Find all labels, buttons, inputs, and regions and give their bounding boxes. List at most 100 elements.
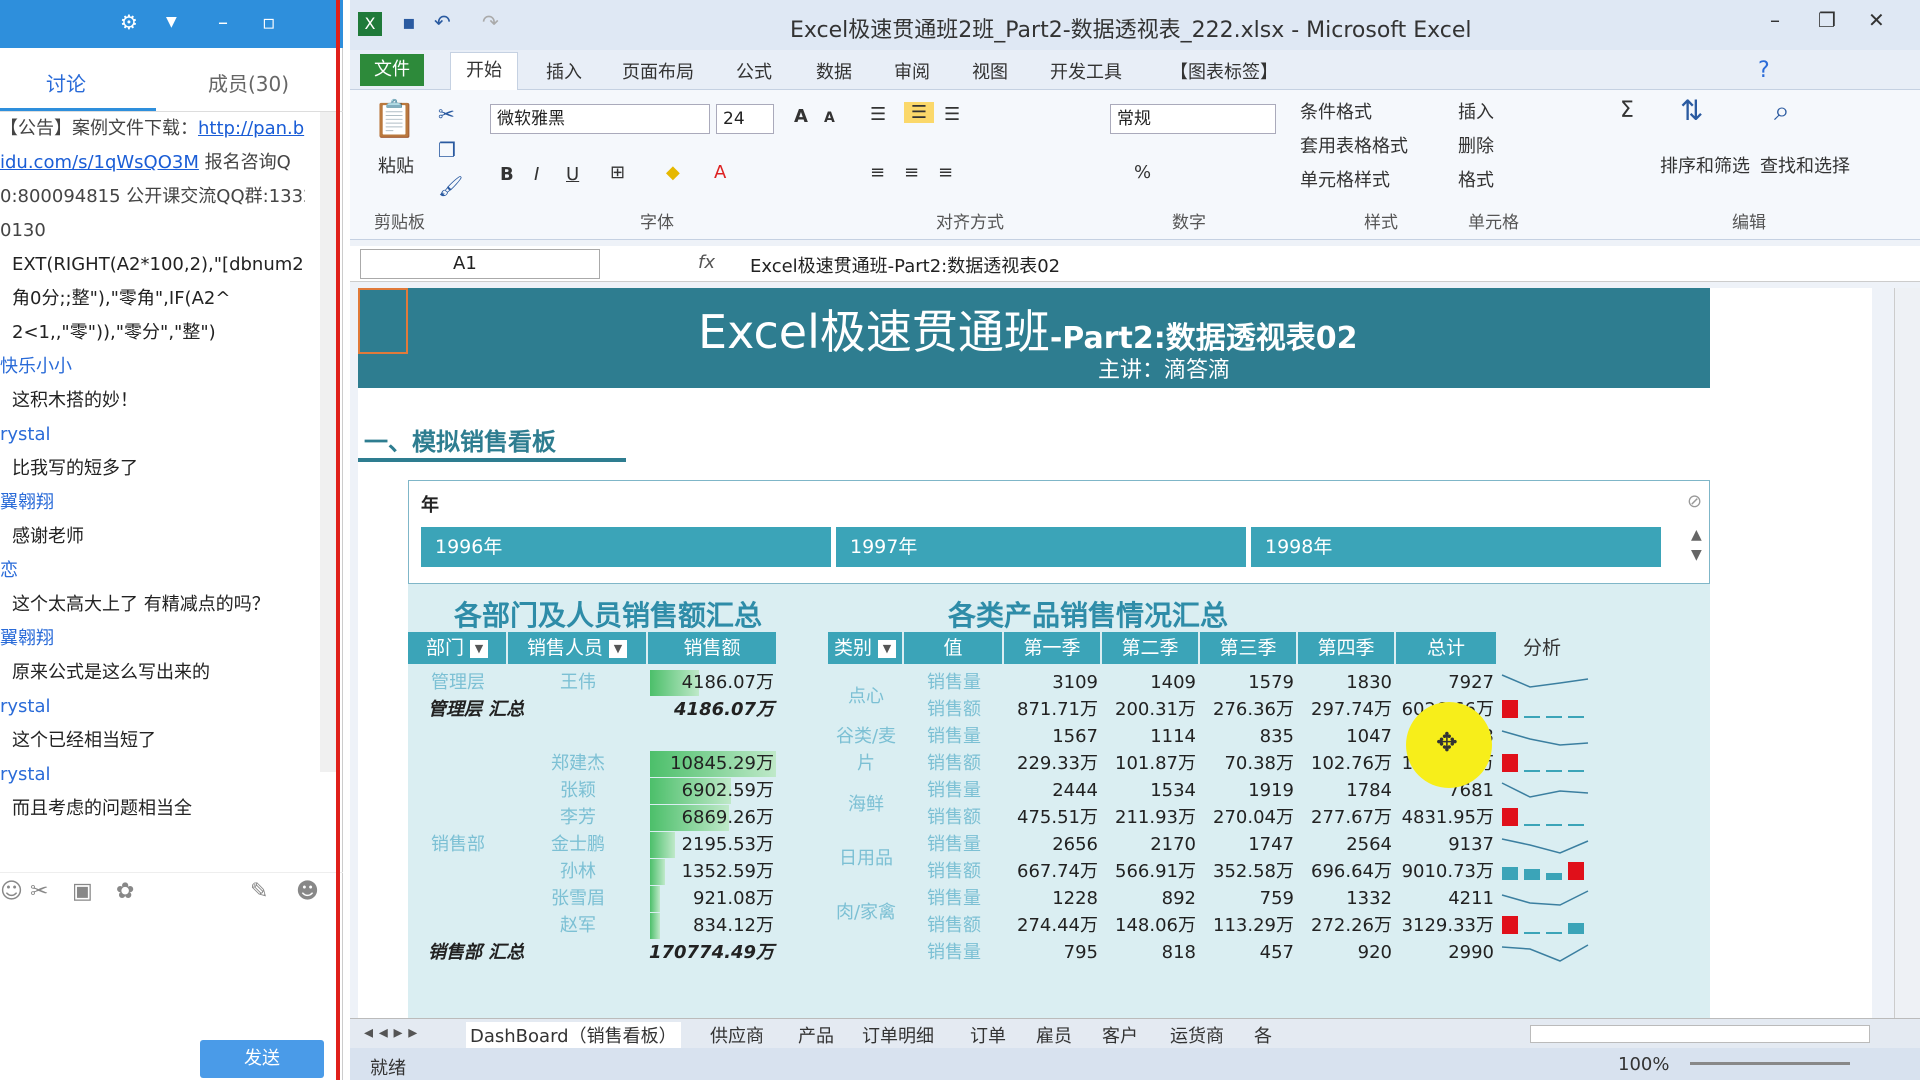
cut-icon[interactable]: ✂ xyxy=(438,102,455,126)
restore-icon[interactable]: ❐ xyxy=(1818,8,1836,32)
paste-icon[interactable]: 📋 xyxy=(372,98,417,140)
edit-icon[interactable]: ✎ xyxy=(250,879,268,904)
align-middle-icon[interactable]: ☰ xyxy=(904,102,934,123)
conditional-format-button[interactable]: 条件格式 xyxy=(1300,98,1372,124)
align-center-icon[interactable]: ≡ xyxy=(904,162,919,183)
selected-cell[interactable] xyxy=(358,288,408,354)
italic-icon[interactable]: I xyxy=(534,164,539,185)
chevron-down-icon[interactable]: ▼ xyxy=(166,14,177,30)
column-header[interactable]: 销售人员 ▼ xyxy=(508,632,646,664)
tab-nav-arrows[interactable]: ◂ ◂ ▸ ▸ xyxy=(364,1022,417,1043)
table-format-button[interactable]: 套用表格格式 xyxy=(1300,132,1408,158)
align-left-icon[interactable]: ≡ xyxy=(870,162,885,183)
copy-icon[interactable]: ❐ xyxy=(438,138,456,162)
cell-style-button[interactable]: 单元格样式 xyxy=(1300,166,1390,192)
autosum-icon[interactable]: Σ xyxy=(1620,98,1634,123)
sheet-tab[interactable]: 订单明细 xyxy=(862,1022,934,1048)
vertical-scrollbar[interactable] xyxy=(1894,288,1920,1018)
sheet-tab[interactable]: 产品 xyxy=(798,1022,834,1048)
paste-button[interactable]: 粘贴 xyxy=(378,152,414,178)
fx-icon[interactable]: fx xyxy=(698,252,715,273)
border-icon[interactable]: ⊞ xyxy=(610,162,625,183)
filter-dropdown-icon[interactable]: ▼ xyxy=(609,639,627,658)
announcement-link[interactable]: idu.com/s/1qWsQO3M xyxy=(0,152,199,173)
save-icon[interactable]: ▪ xyxy=(402,10,416,34)
format-cells-button[interactable]: 格式 xyxy=(1458,166,1494,192)
clear-filter-icon[interactable]: ⊘ xyxy=(1687,491,1702,512)
announcement-link[interactable]: http://pan.b xyxy=(198,118,304,139)
send-button[interactable]: 发送 xyxy=(200,1040,324,1078)
sparkline xyxy=(1501,730,1589,746)
sheet-tab[interactable]: 订单 xyxy=(970,1022,1006,1048)
minimize-icon[interactable]: – xyxy=(218,10,228,34)
emoji-icon[interactable]: ☺ xyxy=(0,879,23,904)
menu-chart-labels[interactable]: 【图表标签】 xyxy=(1170,58,1278,84)
filter-dropdown-icon[interactable]: ▼ xyxy=(878,639,896,658)
menu-insert[interactable]: 插入 xyxy=(546,58,582,84)
column-header[interactable]: 类别 ▼ xyxy=(828,632,902,664)
formula-input[interactable]: Excel极速贯通班-Part2:数据透视表02 xyxy=(750,252,1060,278)
minimize-icon[interactable]: – xyxy=(1770,8,1780,32)
name-box[interactable]: A1 xyxy=(360,249,600,279)
zoom-level[interactable]: 100% xyxy=(1618,1054,1669,1075)
delete-cells-button[interactable]: 删除 xyxy=(1458,132,1494,158)
menu-review[interactable]: 审阅 xyxy=(894,58,930,84)
horizontal-scrollbar[interactable] xyxy=(1530,1025,1870,1043)
slicer-scroll-arrows[interactable]: ▲ ▼ xyxy=(1691,525,1702,565)
bold-icon[interactable]: B xyxy=(500,164,514,185)
menu-file[interactable]: 文件 xyxy=(360,54,424,86)
sheet-tab[interactable]: 客户 xyxy=(1102,1022,1138,1048)
find-icon[interactable]: ⌕ xyxy=(1774,94,1790,128)
font-size-select[interactable]: 24 xyxy=(716,104,774,134)
image-icon[interactable]: ▣ xyxy=(72,879,93,904)
find-select-button[interactable]: 查找和选择 xyxy=(1760,152,1850,178)
help-icon[interactable]: ? xyxy=(1758,58,1770,83)
grow-font-icon[interactable]: A xyxy=(794,106,808,127)
fill-color-icon[interactable]: ◆ xyxy=(666,162,680,183)
user-add-icon[interactable]: ☻ xyxy=(296,879,319,904)
align-right-icon[interactable]: ≡ xyxy=(938,162,953,183)
sheet-tab[interactable]: 供应商 xyxy=(710,1022,764,1048)
percent-icon[interactable]: % xyxy=(1134,162,1151,183)
sort-filter-icon[interactable]: ⇅ xyxy=(1680,94,1703,127)
insert-cells-button[interactable]: 插入 xyxy=(1458,98,1494,124)
tab-members[interactable]: 成员(30) xyxy=(208,68,289,97)
align-top-icon[interactable]: ☰ xyxy=(870,104,886,125)
worksheet[interactable]: Excel极速贯通班-Part2:数据透视表02 主讲：滴答滴 一、模拟销售看板… xyxy=(358,288,1872,1018)
font-color-icon[interactable]: A xyxy=(714,162,726,183)
flower-icon[interactable]: ✿ xyxy=(116,879,134,904)
banner-title: Excel极速贯通班-Part2:数据透视表02 xyxy=(698,296,1358,362)
menu-data[interactable]: 数据 xyxy=(816,58,852,84)
zoom-slider[interactable] xyxy=(1690,1062,1850,1065)
slicer-item-1998[interactable]: 1998年 xyxy=(1251,527,1661,567)
menu-home[interactable]: 开始 xyxy=(450,52,518,90)
format-painter-icon[interactable]: 🖌 xyxy=(438,174,463,198)
slicer-item-1996[interactable]: 1996年 xyxy=(421,527,831,567)
column-header[interactable]: 部门 ▼ xyxy=(408,632,506,664)
slicer-item-1997[interactable]: 1997年 xyxy=(836,527,1246,567)
menu-view[interactable]: 视图 xyxy=(972,58,1008,84)
sheet-tab-dashboard[interactable]: DashBoard（销售看板） xyxy=(466,1022,681,1048)
number-format-select[interactable]: 常规 xyxy=(1110,104,1276,134)
undo-icon[interactable]: ↶ xyxy=(434,10,451,34)
sheet-tab[interactable]: 各 xyxy=(1254,1022,1272,1048)
sheet-tab[interactable]: 运货商 xyxy=(1170,1022,1224,1048)
align-bottom-icon[interactable]: ☰ xyxy=(944,104,960,125)
menu-formulas[interactable]: 公式 xyxy=(736,58,772,84)
shrink-font-icon[interactable]: A xyxy=(824,110,835,126)
maximize-icon[interactable]: ▫ xyxy=(262,10,276,34)
menu-developer[interactable]: 开发工具 xyxy=(1050,58,1122,84)
gear-icon[interactable]: ⚙ xyxy=(120,10,138,34)
sort-filter-button[interactable]: 排序和筛选 xyxy=(1660,152,1750,178)
underline-icon[interactable]: U xyxy=(566,164,579,185)
sheet-tab[interactable]: 雇员 xyxy=(1036,1022,1072,1048)
close-icon[interactable]: ✕ xyxy=(1868,8,1885,32)
tab-discuss[interactable]: 讨论 xyxy=(46,68,86,97)
filter-dropdown-icon[interactable]: ▼ xyxy=(470,639,488,658)
font-name-select[interactable]: 微软雅黑 xyxy=(490,104,710,134)
menu-page-layout[interactable]: 页面布局 xyxy=(622,58,694,84)
scissors-icon[interactable]: ✂ xyxy=(30,879,48,904)
chat-lines: EXT(RIGHT(A2*100,2),"[dbnum2]0 角0分;;整"),"… xyxy=(0,248,305,826)
redo-icon[interactable]: ↷ xyxy=(482,10,499,34)
chat-messages: 【公告】案例文件下载：http://pan.b idu.com/s/1qWsQO… xyxy=(0,112,305,872)
